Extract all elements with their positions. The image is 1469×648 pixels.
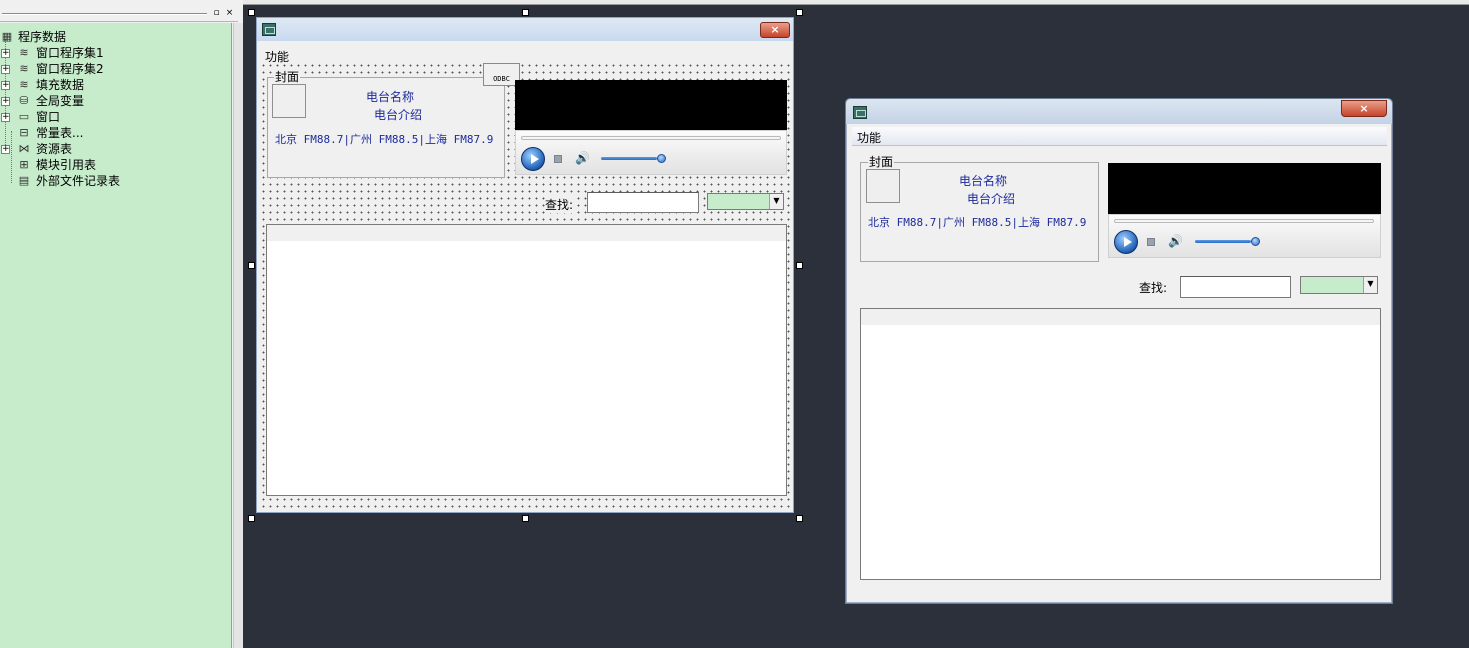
chevron-down-icon[interactable]: ▼ [769, 194, 783, 209]
menu-function[interactable]: 功能 [857, 129, 881, 146]
result-list[interactable] [266, 224, 787, 496]
video-area [1108, 163, 1381, 214]
resize-handle[interactable] [522, 515, 529, 522]
preview-window[interactable]: × 功能 封面 电台名称 电台介绍 北京 FM88.7|广州 FM88.5|上海… [845, 98, 1393, 604]
search-label: 查找: [545, 196, 574, 213]
cover-group: 封面 电台名称 电台介绍 北京 FM88.7|广州 FM88.5|上海 FM87… [860, 155, 1099, 262]
project-panel: ▫ × ▦ 程序数据 + ≋ 窗口程序集1 + ≋ 窗口程序集2 + ≋ 填充数… [0, 0, 243, 648]
seek-bar[interactable] [1114, 219, 1374, 223]
volume-slider[interactable] [601, 157, 657, 160]
cover-group-title: 封面 [868, 155, 895, 169]
cover-group: 封面 电台名称 电台介绍 北京 FM88.7|广州 FM88.5|上海 FM87… [267, 70, 505, 178]
tree-item-label: 模块引用表 [36, 158, 97, 172]
resize-handle[interactable] [522, 9, 529, 16]
tree-item-label: 全局变量 [36, 94, 85, 108]
station-intro: 电台介绍 [374, 108, 423, 122]
close-button[interactable]: × [760, 22, 790, 38]
file-icon: ▤ [18, 174, 30, 187]
stop-button[interactable] [1147, 238, 1155, 246]
tree-guide-line [11, 131, 12, 183]
app-icon [853, 106, 867, 119]
volume-icon[interactable]: 🔊 [575, 152, 590, 164]
expand-icon[interactable]: + [1, 97, 10, 106]
tree-item-label: 外部文件记录表 [36, 174, 121, 188]
search-label: 查找: [1139, 281, 1168, 295]
search-type-select[interactable]: ▼ [707, 193, 784, 210]
menu-bar: 功能 [852, 127, 1387, 146]
resize-handle[interactable] [796, 262, 803, 269]
resize-handle[interactable] [796, 9, 803, 16]
stop-button[interactable] [554, 155, 562, 163]
tree-item-label: 窗口 [36, 110, 61, 124]
resize-handle[interactable] [796, 515, 803, 522]
volume-icon[interactable]: 🔊 [1168, 235, 1183, 247]
station-name: 电台名称 [959, 174, 1008, 188]
layers-icon: ≋ [19, 46, 29, 59]
layers-icon: ≋ [19, 78, 29, 91]
play-button[interactable] [1114, 230, 1138, 254]
station-name: 电台名称 [366, 90, 415, 104]
station-list[interactable]: 北京 FM88.7|广州 FM88.5|上海 FM87.9 [275, 131, 493, 147]
constants-icon: ⊟ [19, 126, 29, 139]
list-header [861, 309, 1380, 325]
video-area [515, 80, 787, 130]
app-icon [262, 23, 276, 36]
search-type-select[interactable]: ▼ [1300, 276, 1378, 294]
grid-icon: ▦ [1, 30, 13, 43]
restore-icon[interactable]: ▫ [211, 8, 222, 19]
expand-icon[interactable]: + [1, 81, 10, 90]
result-list[interactable] [860, 308, 1381, 580]
search-input[interactable] [1180, 276, 1291, 298]
expand-icon[interactable]: + [1, 49, 10, 58]
module-icon: ⊞ [19, 158, 29, 171]
station-list[interactable]: 北京 FM88.7|广州 FM88.5|上海 FM87.9 [868, 214, 1086, 230]
volume-knob[interactable] [1251, 237, 1260, 246]
tree-item-label: 填充数据 [36, 78, 85, 92]
globe-icon: ⛁ [19, 94, 29, 107]
close-icon[interactable]: × [224, 8, 235, 19]
project-tree: ▦ 程序数据 + ≋ 窗口程序集1 + ≋ 窗口程序集2 + ≋ 填充数据 + … [0, 23, 232, 648]
panel-scrollbar[interactable] [233, 23, 243, 648]
expand-icon[interactable]: + [1, 65, 10, 74]
media-controls: 🔊 [1108, 214, 1381, 258]
resize-handle[interactable] [248, 262, 255, 269]
workspace-ruler [243, 0, 1469, 5]
volume-slider[interactable] [1195, 240, 1251, 243]
tree-item-label: 窗口程序集1 [36, 46, 104, 60]
resize-handle[interactable] [248, 515, 255, 522]
expand-icon[interactable]: + [1, 113, 10, 122]
station-intro: 电台介绍 [967, 192, 1016, 206]
cover-image [866, 169, 900, 203]
media-controls: 🔊 [515, 130, 787, 175]
close-button[interactable]: × [1341, 100, 1387, 117]
volume-knob[interactable] [657, 154, 666, 163]
tree-root-label: 程序数据 [18, 30, 67, 44]
tree-item-label: 常量表... [36, 126, 84, 140]
tree-item-label: 窗口程序集2 [36, 62, 104, 76]
cover-group-title: 封面 [274, 70, 301, 84]
resources-icon: ⋈ [18, 142, 30, 155]
chevron-down-icon[interactable]: ▼ [1363, 277, 1377, 293]
panel-grip[interactable] [2, 13, 207, 15]
resize-handle[interactable] [248, 9, 255, 16]
cover-image [272, 84, 306, 118]
search-input[interactable] [587, 192, 699, 213]
expand-icon[interactable]: + [1, 145, 10, 154]
layers-icon: ≋ [19, 62, 29, 75]
panel-header: ▫ × [0, 6, 238, 22]
design-window[interactable]: × 功能 封面 电台名称 电台介绍 北京 FM88.7|广州 FM88.5|上海… [256, 17, 794, 513]
tree-item-label: 资源表 [36, 142, 73, 156]
window-icon: ▭ [18, 110, 30, 123]
play-button[interactable] [521, 147, 545, 171]
window-titlebar[interactable]: × [257, 18, 793, 41]
list-header [267, 225, 786, 241]
window-titlebar[interactable]: × [846, 99, 1392, 124]
seek-bar[interactable] [521, 136, 781, 140]
